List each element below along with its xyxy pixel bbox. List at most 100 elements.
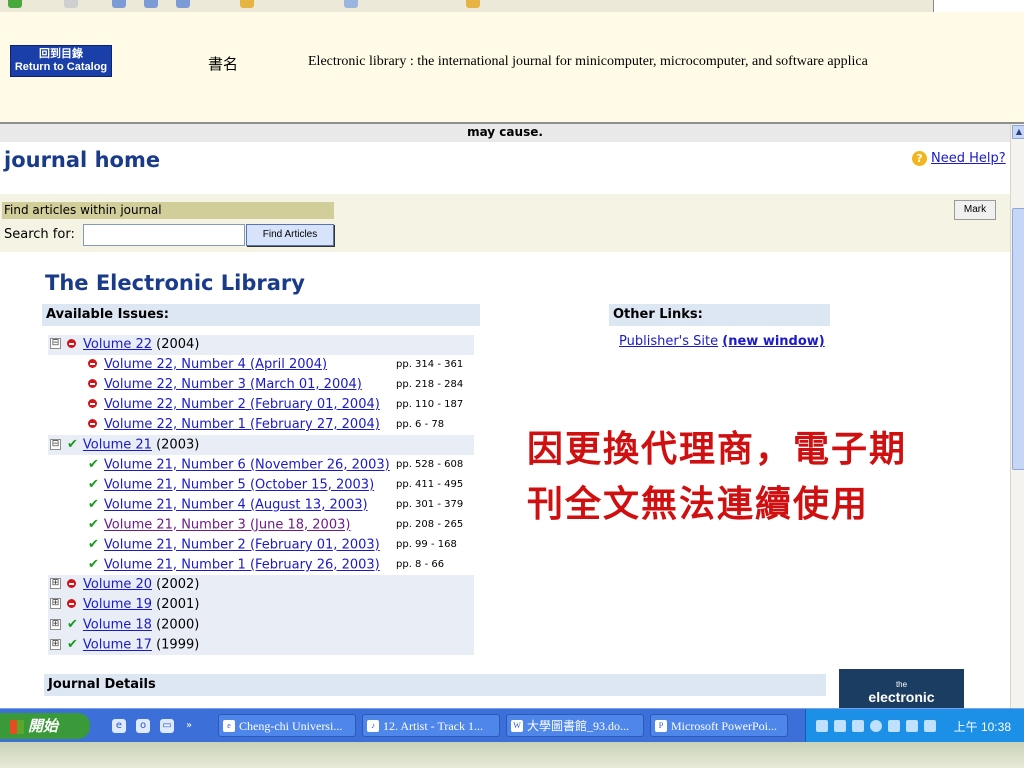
vertical-scrollbar[interactable]: ▲: [1010, 124, 1024, 708]
issue-link[interactable]: Volume 22, Number 1 (February 27, 2004): [104, 417, 380, 432]
network-icon[interactable]: [888, 720, 900, 732]
volume-link[interactable]: Volume 22: [83, 337, 152, 352]
available-check-icon: ✔: [88, 517, 99, 532]
volume-row: ⊞ ✔ Volume 18 (2000): [48, 615, 474, 635]
collapse-icon[interactable]: ⊟: [50, 438, 61, 450]
volume-year: (2001): [156, 597, 200, 612]
outlook-icon[interactable]: o: [136, 719, 150, 733]
taskbar-item[interactable]: W 大學圖書館_93.do...: [506, 714, 644, 737]
search-for-label: Search for:: [4, 227, 75, 242]
publisher-site-link[interactable]: Publisher's Site (new window): [619, 334, 825, 349]
issue-link[interactable]: Volume 21, Number 4 (August 13, 2003): [104, 498, 368, 513]
issue-pages: pp. 99 - 168: [396, 539, 457, 550]
taskbar-item[interactable]: ♪ 12. Artist - Track 1...: [362, 714, 500, 737]
volume-link[interactable]: Volume 21: [83, 438, 152, 453]
search-panel: Find articles within journal Search for:…: [0, 194, 1010, 252]
volume-year: (2003): [156, 437, 200, 453]
favorites-icon[interactable]: [144, 0, 158, 8]
other-links-heading: Other Links:: [609, 304, 830, 326]
issue-pages: pp. 8 - 66: [396, 559, 445, 570]
ie-icon[interactable]: e: [112, 719, 126, 733]
page-icon[interactable]: [112, 0, 126, 8]
show-hidden-icons-icon[interactable]: [870, 720, 882, 732]
mail-icon[interactable]: [344, 0, 358, 8]
issue-link[interactable]: Volume 22, Number 3 (March 01, 2004): [104, 377, 362, 392]
more-chevron-icon[interactable]: »: [182, 719, 196, 733]
issue-row: ✔ Volume 21, Number 6 (November 26, 2003)…: [88, 455, 474, 475]
volume-year: (2000): [156, 617, 200, 633]
available-check-icon: ✔: [67, 437, 78, 452]
word-document-icon: W: [511, 720, 523, 732]
issue-link[interactable]: Volume 21, Number 1 (February 26, 2003): [104, 558, 380, 573]
system-tray: 上午 10:38: [805, 709, 1024, 743]
start-label: 開始: [28, 717, 59, 735]
mark-button[interactable]: Mark: [954, 200, 996, 220]
taskbar-clock[interactable]: 上午 10:38: [954, 718, 1011, 735]
language-icon[interactable]: [852, 720, 864, 732]
find-articles-button[interactable]: Find Articles: [246, 224, 334, 246]
volume-year: (2004): [156, 337, 200, 352]
expand-icon[interactable]: ⊞: [50, 578, 61, 589]
red-annotation-line2: 刊全文無法連續使用: [527, 483, 870, 525]
new-window-link[interactable]: (new window): [722, 334, 824, 349]
windows-flag-icon: [10, 719, 24, 734]
issue-link[interactable]: Volume 21, Number 2 (February 01, 2003): [104, 538, 380, 553]
volume-link[interactable]: Volume 17: [83, 638, 152, 653]
issue-link[interactable]: Volume 22, Number 2 (February 01, 2004): [104, 397, 380, 412]
collapse-icon[interactable]: ⊟: [50, 338, 61, 349]
issue-row: Volume 22, Number 3 (March 01, 2004) pp. …: [88, 375, 474, 395]
issue-row: ✔ Volume 21, Number 5 (October 15, 2003) p…: [88, 475, 474, 495]
journal-cover-image: the electronic: [839, 669, 964, 708]
return-to-catalog-button[interactable]: 回到目錄 Return to Catalog: [10, 45, 112, 77]
issue-row: ✔ Volume 21, Number 3 (June 18, 2003) pp. …: [88, 515, 474, 535]
need-help[interactable]: ? Need Help?: [912, 151, 1006, 166]
browser-window-icon: e: [223, 720, 235, 732]
volume-icon[interactable]: [906, 720, 918, 732]
volume-link[interactable]: Volume 19: [83, 597, 152, 612]
volume-link[interactable]: Volume 20: [83, 577, 152, 592]
tool-icon[interactable]: [240, 0, 254, 8]
volume-year: (2002): [156, 577, 200, 592]
media-player-icon: ♪: [367, 720, 379, 732]
issue-link[interactable]: Volume 21, Number 6 (November 26, 2003): [104, 458, 390, 473]
issue-row: ✔ Volume 21, Number 2 (February 01, 2003)…: [88, 535, 474, 555]
start-button[interactable]: 開始: [0, 713, 90, 739]
issue-pages: pp. 6 - 78: [396, 419, 445, 430]
issue-link-visited[interactable]: Volume 21, Number 3 (June 18, 2003): [104, 518, 351, 533]
taskbar-item[interactable]: P Microsoft PowerPoi...: [650, 714, 788, 737]
unavailable-icon: [67, 579, 76, 588]
history-icon[interactable]: [176, 0, 190, 8]
expand-icon[interactable]: ⊞: [50, 618, 61, 630]
pen-icon[interactable]: [834, 720, 846, 732]
desktop-strip: [0, 742, 1024, 768]
search-input[interactable]: [83, 224, 245, 246]
folder-icon[interactable]: ▭: [160, 719, 174, 733]
expand-icon[interactable]: ⊞: [50, 638, 61, 650]
unavailable-icon: [88, 399, 97, 408]
publisher-site-text[interactable]: Publisher's Site: [619, 334, 718, 349]
volume-link[interactable]: Volume 18: [83, 618, 152, 633]
issue-pages: pp. 208 - 265: [396, 519, 464, 530]
folder-icon[interactable]: [466, 0, 480, 8]
keyboard-icon[interactable]: [816, 720, 828, 732]
issue-link[interactable]: Volume 21, Number 5 (October 15, 2003): [104, 478, 374, 493]
audio-meter-icon[interactable]: [924, 720, 936, 732]
scroll-up-icon[interactable]: ▲: [1012, 125, 1024, 139]
available-check-icon: ✔: [67, 637, 78, 652]
available-check-icon: ✔: [88, 497, 99, 512]
taskbar-item-label: 大學圖書館_93.do...: [527, 719, 630, 733]
forward-icon[interactable]: [64, 0, 78, 8]
issue-link[interactable]: Volume 22, Number 4 (April 2004): [104, 357, 327, 372]
expand-icon[interactable]: ⊞: [50, 598, 61, 609]
need-help-link[interactable]: Need Help?: [931, 151, 1006, 166]
catalog-header: 回到目錄 Return to Catalog 書名 Electronic lib…: [0, 12, 1024, 124]
powerpoint-icon: P: [655, 720, 667, 732]
book-title-value: Electronic library : the international j…: [308, 54, 868, 69]
back-icon[interactable]: [8, 0, 22, 8]
taskbar-item[interactable]: e Cheng-chi Universi...: [218, 714, 356, 737]
issue-row: ✔ Volume 21, Number 4 (August 13, 2003) pp…: [88, 495, 474, 515]
issue-row: Volume 22, Number 4 (April 2004) pp. 314 …: [88, 355, 474, 375]
scrollbar-thumb[interactable]: [1012, 208, 1024, 470]
notice-text: may cause.: [0, 124, 1010, 142]
help-icon[interactable]: ?: [912, 151, 927, 166]
